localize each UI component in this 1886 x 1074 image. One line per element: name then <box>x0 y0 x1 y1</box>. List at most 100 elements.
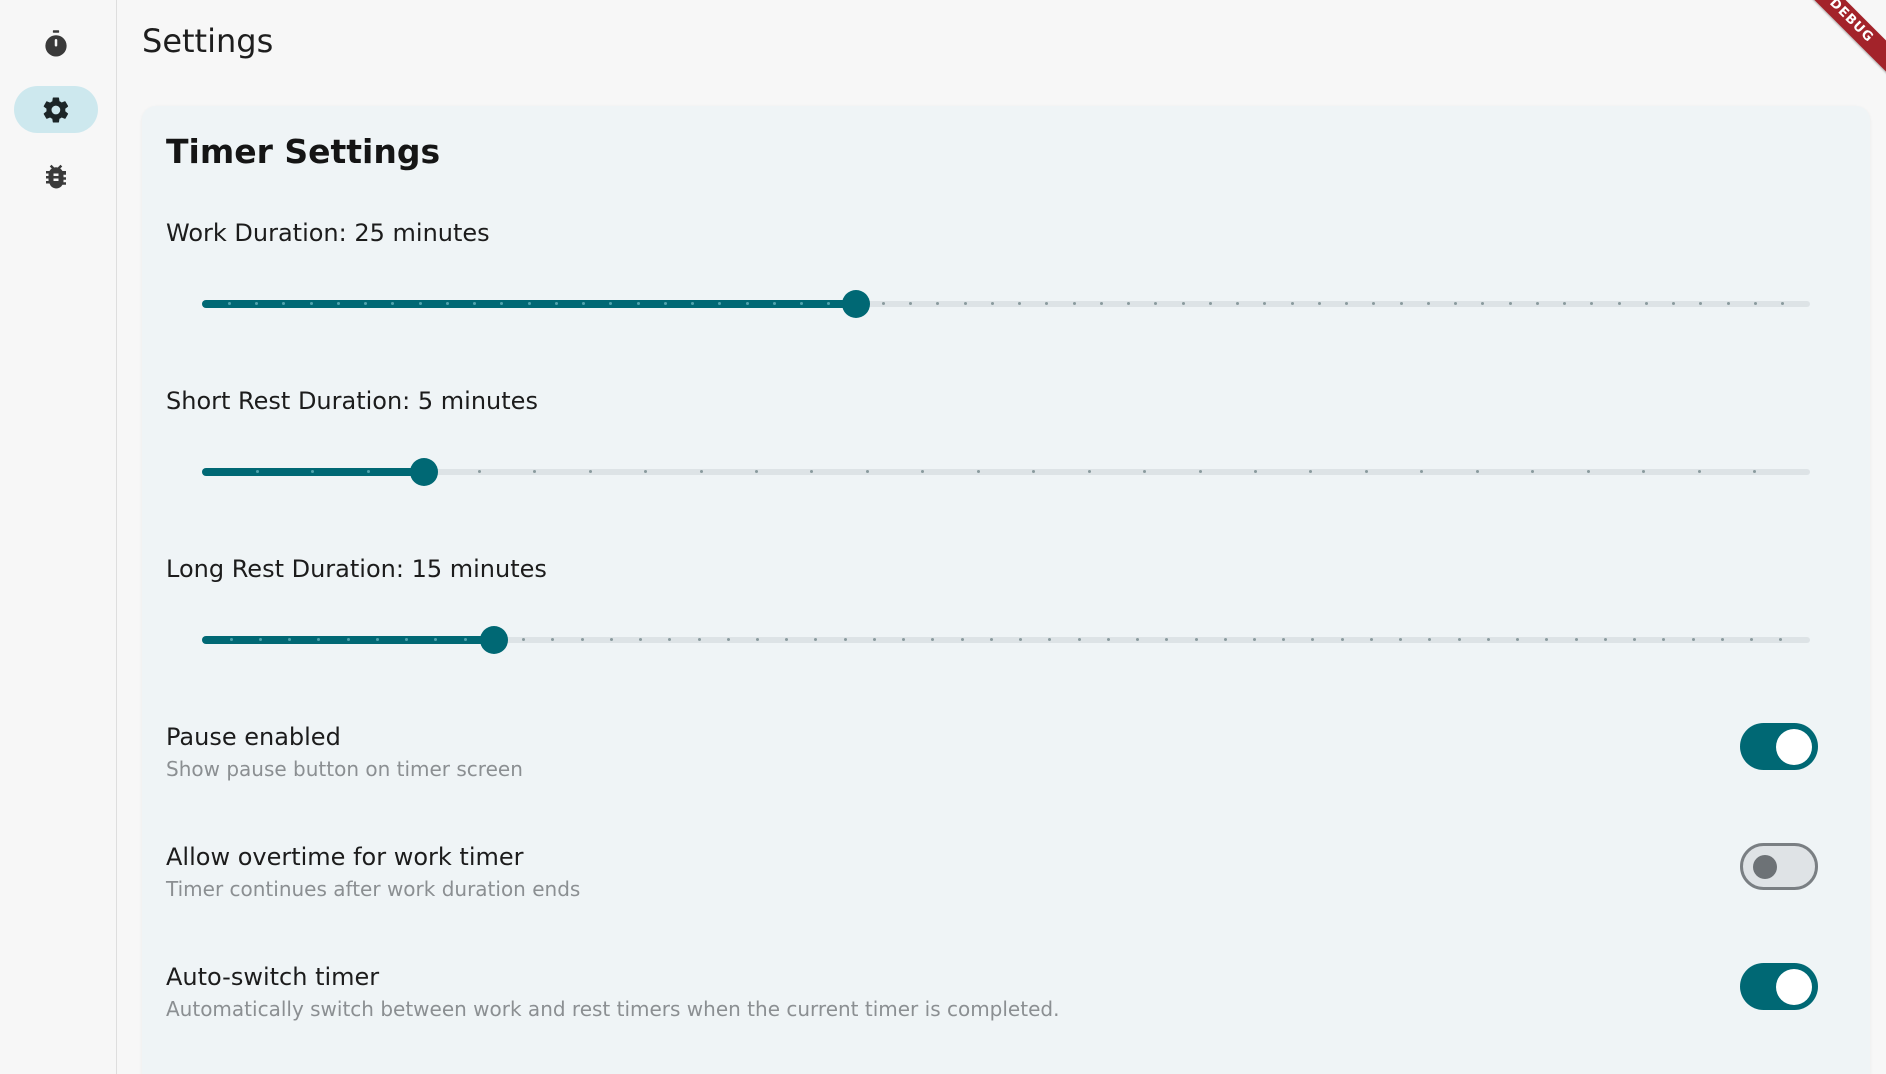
slider-tick <box>663 302 667 305</box>
slider-tick <box>258 638 262 641</box>
slider-tick <box>580 638 584 641</box>
slider-tick <box>1457 638 1461 641</box>
slider-tick <box>1099 302 1103 305</box>
switch-knob <box>1776 728 1812 765</box>
slider-tick <box>1691 638 1695 641</box>
slider-thumb[interactable] <box>842 290 871 318</box>
slider-tick <box>872 638 876 641</box>
slider-tick <box>375 638 379 641</box>
setting-title: Pause enabled <box>166 723 341 751</box>
auto-switch-switch[interactable] <box>1740 963 1818 1010</box>
slider-tick <box>843 638 847 641</box>
setting-subtitle: Automatically switch between work and re… <box>166 997 1060 1021</box>
slider-tick <box>1317 302 1321 305</box>
slider-thumb[interactable] <box>409 458 438 486</box>
app-window: Settings DEBUG Timer Settings Work Durat… <box>0 0 1886 1074</box>
setting-allow-overtime: Allow overtime for work timer Timer cont… <box>166 843 1846 913</box>
setting-title: Allow overtime for work timer <box>166 843 524 871</box>
slider-tick <box>865 470 869 473</box>
slider-tick <box>418 302 422 305</box>
slider-tick <box>255 470 259 473</box>
slider-tick <box>960 638 964 641</box>
slider-tick <box>1087 470 1091 473</box>
timer-settings-card: Timer Settings Work Duration: 25 minutes… <box>142 106 1870 1074</box>
rail-item-settings[interactable] <box>14 86 98 133</box>
card-title: Timer Settings <box>166 132 441 171</box>
work-duration-label: Work Duration: 25 minutes <box>166 219 490 247</box>
setting-subtitle: Timer continues after work duration ends <box>166 877 581 901</box>
slider-tick <box>1617 302 1621 305</box>
short-rest-duration-slider[interactable] <box>202 458 1810 486</box>
slider-tick <box>463 638 467 641</box>
slider-tick <box>1198 470 1202 473</box>
switch-knob <box>1753 854 1777 879</box>
slider-tick <box>755 638 759 641</box>
slider-tick <box>588 470 592 473</box>
long-rest-duration-slider[interactable] <box>202 626 1810 654</box>
slider-tick <box>1750 638 1754 641</box>
slider-tick <box>1253 638 1256 641</box>
slider-tick <box>699 470 703 473</box>
slider-tick <box>1223 638 1227 641</box>
page-title: Settings <box>142 22 274 60</box>
slider-tick <box>255 302 258 305</box>
slider-tick <box>726 638 730 641</box>
slider-tick <box>554 302 558 305</box>
slider-tick <box>1106 638 1110 641</box>
slider-tick <box>754 470 758 473</box>
slider-tick <box>366 470 370 473</box>
rail-item-timer[interactable] <box>14 20 98 67</box>
setting-pause-enabled: Pause enabled Show pause button on timer… <box>166 723 1846 793</box>
slider-tick <box>1535 302 1539 305</box>
slider-tick <box>445 302 449 305</box>
bug-icon <box>41 161 71 191</box>
long-rest-duration-label: Long Rest Duration: 15 minutes <box>166 555 547 583</box>
work-duration-slider[interactable] <box>202 290 1810 318</box>
slider-tick <box>745 302 749 305</box>
slider-tick <box>989 638 993 641</box>
debug-banner: DEBUG <box>1790 0 1886 82</box>
slider-tick <box>1208 302 1212 305</box>
slider-tick <box>527 302 531 305</box>
short-rest-duration-label: Short Rest Duration: 5 minutes <box>166 387 538 415</box>
allow-overtime-switch[interactable] <box>1740 843 1818 890</box>
slider-tick <box>1194 638 1198 641</box>
setting-auto-switch: Auto-switch timer Automatically switch b… <box>166 963 1846 1033</box>
slider-tick <box>1720 638 1724 641</box>
rail-item-debug[interactable] <box>14 152 98 199</box>
slider-tick <box>1753 302 1757 305</box>
setting-title: Auto-switch timer <box>166 963 380 991</box>
slider-tick <box>976 470 980 473</box>
slider-tick <box>1426 302 1430 305</box>
slider-tick <box>1574 638 1578 641</box>
slider-tick <box>477 470 481 473</box>
slider-tick <box>229 638 233 641</box>
timer-icon <box>41 29 71 59</box>
slider-thumb[interactable] <box>480 626 509 654</box>
slider-tick <box>1697 470 1701 473</box>
setting-subtitle: Show pause button on timer screen <box>166 757 523 781</box>
slider-tick <box>1586 470 1590 473</box>
slider-tick <box>697 638 701 641</box>
slider-tick <box>1181 302 1185 305</box>
slider-tick <box>1290 302 1294 305</box>
slider-tick <box>346 638 350 641</box>
switch-knob <box>1776 968 1812 1005</box>
slider-tick <box>1475 470 1479 473</box>
slider-tick <box>1369 638 1373 641</box>
slider-tick <box>1508 302 1512 305</box>
slider-tick <box>881 302 885 305</box>
gear-icon <box>41 95 71 125</box>
slider-tick <box>309 302 313 305</box>
slider-tick <box>772 302 776 305</box>
slider-tick <box>227 302 231 305</box>
pause-enabled-switch[interactable] <box>1740 723 1818 770</box>
slider-tick <box>1340 638 1344 641</box>
navigation-rail <box>0 0 117 1074</box>
slider-tick <box>1364 470 1368 473</box>
slider-tick <box>1726 302 1730 305</box>
slider-tick <box>1399 302 1403 305</box>
slider-tick <box>1077 638 1081 641</box>
slider-tick <box>990 302 994 305</box>
slider-tick <box>636 302 640 305</box>
